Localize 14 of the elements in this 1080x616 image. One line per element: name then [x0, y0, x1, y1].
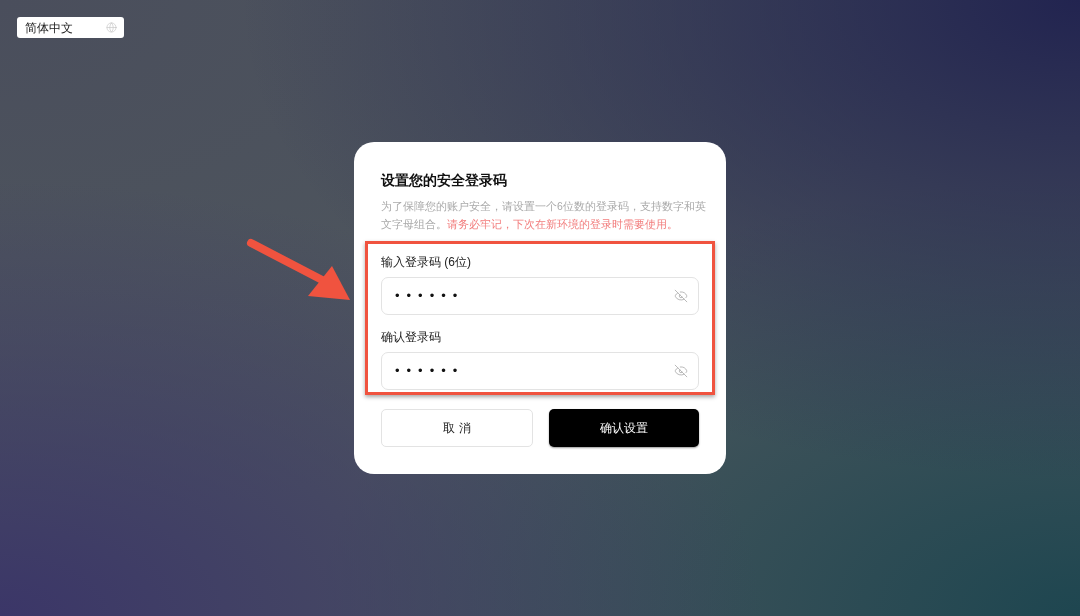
password-field[interactable]: •••••• [381, 352, 699, 390]
eye-slash-icon[interactable] [674, 289, 688, 303]
field-label: 确认登录码 [381, 329, 441, 346]
dialog-title: 设置您的安全登录码 [381, 171, 507, 190]
field-label: 输入登录码 (6位) [381, 254, 471, 271]
globe-icon [106, 22, 117, 33]
dialog-description: 为了保障您的账户安全，请设置一个6位数的登录码，支持数字和英文字母组合。请务必牢记，下次在新环境的登录时需要使用。 [381, 199, 707, 232]
language-label: 简体中文 [25, 20, 73, 35]
confirm-button[interactable]: 确认设置 [549, 409, 699, 447]
password-field[interactable]: •••••• [381, 277, 699, 315]
arrow-icon [246, 238, 350, 300]
language-selector[interactable]: 简体中文 [17, 17, 124, 38]
cancel-button[interactable]: 取 消 [381, 409, 533, 447]
eye-slash-icon[interactable] [674, 364, 688, 378]
